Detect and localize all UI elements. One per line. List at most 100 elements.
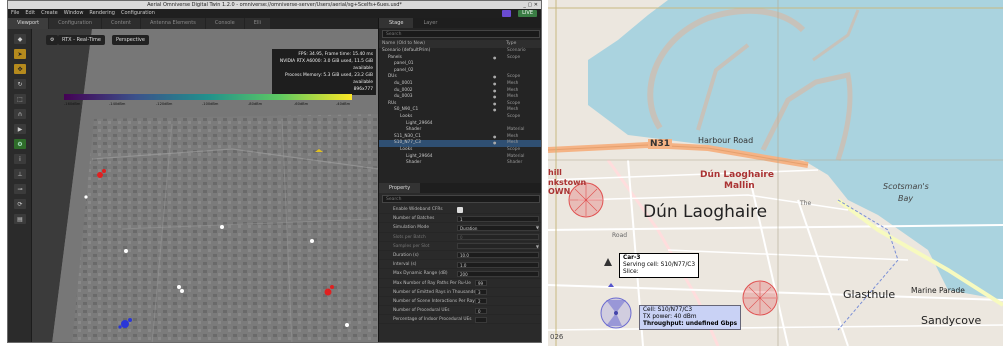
- stage-row-type: Scope: [507, 74, 521, 80]
- map-view[interactable]: hill nkstown OWN N31 Harbour Road Dún La…: [548, 0, 1003, 346]
- stage-tabs: Stage Layer: [379, 18, 541, 28]
- stage-row-name: RUs: [388, 100, 397, 106]
- stats-hud: FPS: 34.95, Frame time: 15.40 ms NVIDIA …: [272, 49, 376, 95]
- move-icon[interactable]: ✥: [14, 64, 26, 74]
- stage-tree-row[interactable]: DUs ● Scope: [379, 74, 541, 81]
- stage-tree-row[interactable]: Shader Shader: [379, 160, 541, 167]
- property-field[interactable]: 1: [457, 215, 539, 222]
- cell-popup[interactable]: Cell: S10/N77/C3 TX power: 40 dBm Throug…: [639, 305, 742, 330]
- visibility-eye-icon[interactable]: ●: [493, 140, 496, 147]
- stage-tree-row[interactable]: panel_01: [379, 61, 541, 68]
- stage-row-name: Scenario (defaultPrim): [382, 48, 431, 53]
- scale-icon[interactable]: ⬚: [14, 94, 26, 104]
- menu-edit[interactable]: Edit: [25, 9, 35, 18]
- property-field[interactable]: 3: [475, 289, 487, 296]
- property-label: Max Number of Ray Paths Per Ru-Ue: [393, 280, 471, 286]
- stage-row-name: S0_N90_C1: [394, 107, 419, 113]
- antenna-icon[interactable]: ⊥: [14, 169, 26, 179]
- tab-stage[interactable]: Stage: [379, 18, 414, 28]
- render-mode-button[interactable]: RTX - Real-Time: [58, 35, 105, 45]
- stage-tree-row[interactable]: Scenario (defaultPrim) Scenario: [379, 48, 541, 55]
- property-label: Number of Emitted Rays in Thousands: [393, 289, 476, 295]
- 3d-viewport[interactable]: ⚙ RTX - Real-Time Perspective FPS: 34.95…: [32, 29, 379, 342]
- stage-row-name: panel_01: [394, 61, 414, 67]
- property-field[interactable]: 2: [475, 298, 487, 305]
- cloud-sync-icon[interactable]: [502, 10, 511, 17]
- tab-property[interactable]: Property: [379, 183, 421, 193]
- tab-viewport[interactable]: Viewport: [8, 18, 49, 29]
- chevron-down-icon: ▼: [535, 225, 539, 231]
- tab-console[interactable]: Console: [205, 18, 244, 29]
- refresh-icon[interactable]: ⟳: [14, 199, 26, 209]
- stage-row-name: du_0003: [394, 94, 413, 100]
- tab-configuration[interactable]: Configuration: [49, 18, 102, 29]
- property-field[interactable]: 99: [475, 280, 487, 286]
- mobility-icon[interactable]: ⚙: [14, 139, 26, 149]
- visibility-eye-icon[interactable]: ●: [493, 94, 496, 101]
- info-icon[interactable]: i: [14, 154, 26, 164]
- select-icon[interactable]: ◆: [14, 34, 26, 44]
- rotate-icon[interactable]: ↻: [14, 79, 26, 89]
- colorbar-tick: -140dBm: [109, 102, 126, 106]
- property-row: Max Number of Ray Paths Per Ru-Ue 99: [379, 279, 541, 288]
- menu-window[interactable]: Window: [64, 9, 84, 18]
- stage-tree-row[interactable]: du_0003 ● Mesh: [379, 94, 541, 101]
- stage-tree-row[interactable]: S0_N90_C1 ● Mesh: [379, 107, 541, 114]
- hud-resolution: 896x777: [353, 87, 373, 92]
- tab-antenna-elements[interactable]: Antenna Elements: [140, 18, 205, 29]
- stage-search-input[interactable]: Search: [382, 30, 540, 38]
- visibility-eye-icon[interactable]: ●: [493, 107, 496, 114]
- property-field[interactable]: 1.0: [457, 261, 539, 268]
- stage-tree-row[interactable]: Shader Material: [379, 127, 541, 134]
- property-checkbox[interactable]: [457, 206, 463, 213]
- car-popup[interactable]: Car-3 Serving cell: S10/N77/C3 Slice:: [619, 253, 700, 278]
- tab-elli[interactable]: Elli: [244, 18, 271, 29]
- stage-tree-row[interactable]: Looks Scope: [379, 146, 541, 154]
- play-icon[interactable]: ▶: [14, 124, 26, 134]
- live-button[interactable]: LIVE: [518, 10, 537, 17]
- property-search-input[interactable]: Search: [382, 195, 540, 203]
- left-toolbar: ◆ ➤ ✥ ↻ ⬚ ∩ ▶ ⚙ i ⊥ ⊸ ⟳ ▤: [8, 29, 32, 342]
- stage-row-type: Mesh: [507, 94, 519, 100]
- label-scotsmans-2: Bay: [898, 194, 914, 203]
- colorbar-tick: -160dBm: [64, 102, 81, 106]
- magnet-icon[interactable]: ∩: [14, 109, 26, 119]
- property-dropdown[interactable]: [457, 243, 539, 250]
- property-field[interactable]: 0: [475, 307, 487, 314]
- menu-file[interactable]: File: [11, 9, 19, 18]
- visibility-eye-icon[interactable]: ●: [493, 88, 496, 95]
- stage-row-name: Looks: [400, 146, 413, 152]
- menu-configuration[interactable]: Configuration: [121, 9, 155, 18]
- panel-icon[interactable]: ▤: [14, 214, 26, 224]
- camera-button[interactable]: Perspective: [112, 35, 149, 45]
- stage-row-name: Panels: [388, 54, 402, 60]
- property-row: Number of Batches 1: [379, 214, 541, 224]
- property-label: Number of Procedural UEs: [393, 308, 450, 314]
- stage-tree-row[interactable]: Looks Scope: [379, 114, 541, 121]
- window-controls[interactable]: _ ▢ ✕: [523, 1, 538, 9]
- hud-gpu: NVIDIA RTX A6000: 3.0 GiB used, 11.5 GiB…: [279, 59, 373, 71]
- tab-layer[interactable]: Layer: [413, 18, 447, 28]
- visibility-eye-icon[interactable]: ●: [493, 55, 496, 62]
- tab-content[interactable]: Content: [102, 18, 140, 29]
- menu-create[interactable]: Create: [41, 9, 58, 18]
- visibility-eye-icon[interactable]: ●: [493, 101, 496, 108]
- settings-button[interactable]: ⚙: [46, 35, 59, 45]
- stage-tree-row[interactable]: S10_N77_C3 ● Mesh: [379, 140, 541, 147]
- property-field[interactable]: 0: [457, 234, 539, 241]
- link-icon[interactable]: ⊸: [14, 184, 26, 194]
- property-field[interactable]: [475, 316, 487, 323]
- property-field[interactable]: 10.0: [457, 252, 539, 259]
- property-tabs: Property: [379, 183, 541, 193]
- property-dropdown[interactable]: Duration: [457, 224, 539, 231]
- menu-rendering[interactable]: Rendering: [89, 9, 115, 18]
- property-label: Percentage of Indoor Procedural UEs: [393, 317, 472, 323]
- visibility-eye-icon[interactable]: ●: [493, 81, 496, 88]
- column-name[interactable]: Name (Old to New): [382, 40, 506, 48]
- pointer-icon[interactable]: ➤: [14, 49, 26, 59]
- property-field[interactable]: 200: [457, 270, 539, 277]
- visibility-eye-icon[interactable]: ●: [493, 134, 496, 141]
- stage-tree-row[interactable]: du_0001 ● Mesh: [379, 81, 541, 88]
- column-type[interactable]: Type: [506, 40, 516, 48]
- visibility-eye-icon[interactable]: ●: [493, 74, 496, 81]
